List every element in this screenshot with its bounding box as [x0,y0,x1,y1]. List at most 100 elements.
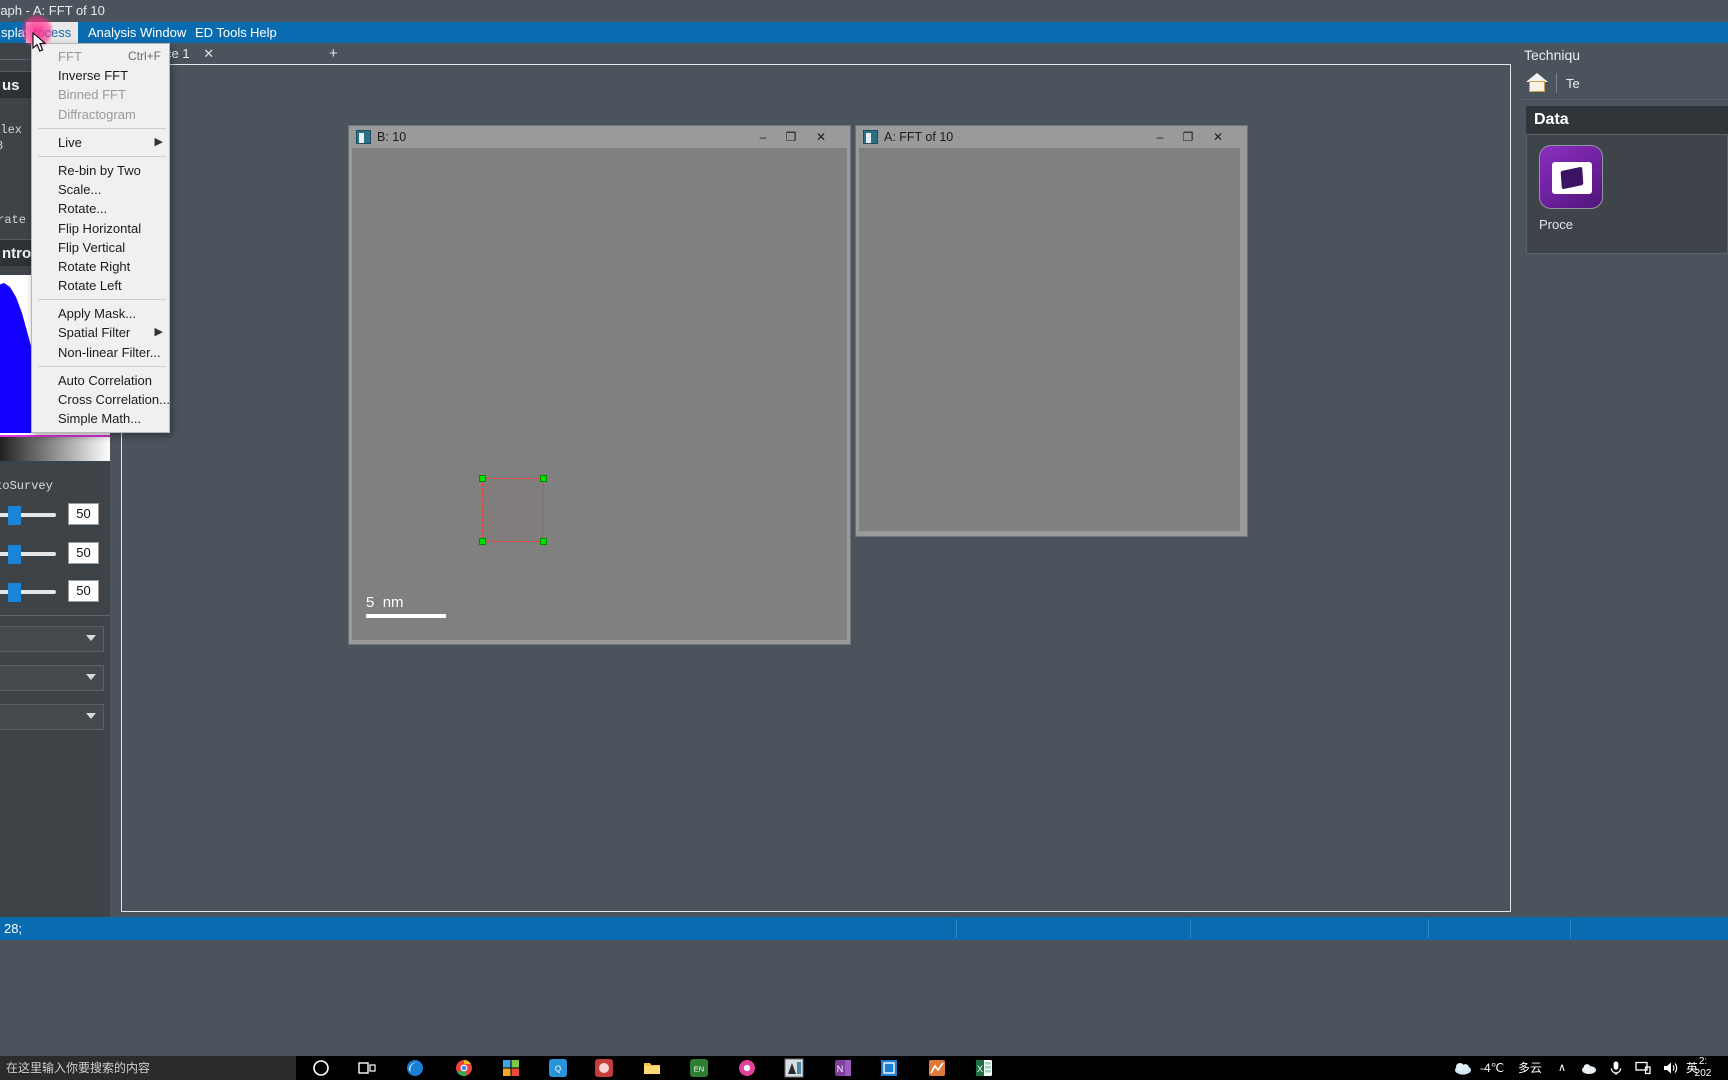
minimize-button-b10[interactable]: – [750,126,776,148]
volume-icon[interactable] [1661,1059,1679,1077]
close-button-fft[interactable]: ✕ [1205,126,1231,148]
marquee-handle-bottom-right[interactable] [540,538,547,545]
onenote-icon[interactable]: N [834,1059,852,1077]
dropdown-1[interactable] [0,626,104,652]
marquee-handle-bottom-left[interactable] [479,538,486,545]
maximize-button-fft[interactable]: ❐ [1175,126,1201,148]
weather-description[interactable]: 多云 [1518,1056,1542,1080]
svg-text:Q: Q [555,1065,561,1074]
store-icon[interactable] [502,1059,520,1077]
menu-item-rebin-by-two[interactable]: Re-bin by Two [32,161,169,180]
menu-process[interactable]: rocess [26,22,79,43]
menu-item-binned-fft[interactable]: Binned FFT [32,85,169,104]
menu-item-spatial-filter[interactable]: Spatial Filter ▶ [32,323,169,342]
slider-value-2[interactable]: 50 [68,542,99,564]
close-button-b10[interactable]: ✕ [808,126,834,148]
menu-item-non-linear-filter[interactable]: Non-linear Filter... [32,343,169,362]
status-bar: 28; [0,917,1728,940]
edge-icon[interactable] [406,1059,424,1077]
menu-help[interactable]: Help [243,22,284,43]
window-titlebar-b10[interactable]: B: 10 – ❐ ✕ [349,126,850,148]
menu-item-scale[interactable]: Scale... [32,180,169,199]
microphone-icon[interactable] [1607,1059,1625,1077]
slider-row-1[interactable]: 50 [0,503,100,527]
right-side-panel: Techniqu Te Data Proce [1520,43,1728,917]
menu-item-flip-horizontal[interactable]: Flip Horizontal [32,219,169,238]
micrograph-image[interactable]: 5 nm [352,148,847,640]
qq-icon[interactable]: Q [549,1059,567,1077]
tab-workspace-1[interactable]: ce 1 ✕ [165,43,221,65]
taskbar-search-box[interactable]: 在这里输入你要搜索的内容 [0,1056,296,1080]
chrome-icon[interactable] [455,1059,473,1077]
network-icon[interactable] [1634,1059,1652,1077]
digital-micrograph-icon[interactable] [783,1058,805,1078]
process-tile-icon[interactable] [1539,145,1603,209]
clock-date: 202 [1694,1068,1712,1079]
home-icon[interactable] [1526,73,1548,93]
tray-expand-chevron-icon[interactable]: ∧ [1558,1056,1566,1080]
origin-icon[interactable] [928,1059,946,1077]
svg-text:EN: EN [694,1065,704,1074]
slider-row-2[interactable]: 50 [0,542,100,566]
fft-image[interactable] [859,148,1240,531]
menu-item-diffractogram[interactable]: Diffractogram [32,105,169,124]
close-icon[interactable]: ✕ [203,46,214,61]
cloud-icon[interactable] [1452,1059,1474,1077]
minimize-button-fft[interactable]: – [1147,126,1173,148]
task-view-icon[interactable] [358,1059,376,1077]
panel-text-complex: mplex [0,123,23,137]
wechat-icon[interactable] [595,1059,613,1077]
menu-bar[interactable]: splay rocess Analysis Window ED Tools He… [0,22,1728,43]
slider-row-3[interactable]: 50 [0,580,100,604]
menu-item-flip-vertical[interactable]: Flip Vertical [32,238,169,257]
menu-item-fft[interactable]: FFT Ctrl+F [32,47,169,66]
windows-taskbar[interactable]: 在这里输入你要搜索的内容 Q EN N X -4℃ 多云 ∧ 英 2: 202 [0,1056,1728,1080]
weather-temperature[interactable]: -4℃ [1480,1056,1504,1080]
window-titlebar-fft[interactable]: A: FFT of 10 – ❐ ✕ [856,126,1247,148]
maximize-button-b10[interactable]: ❐ [778,126,804,148]
recorder-icon[interactable] [738,1059,756,1077]
menu-item-live[interactable]: Live ▶ [32,133,169,152]
process-dropdown-menu[interactable]: FFT Ctrl+F Inverse FFT Binned FFT Diffra… [31,43,170,434]
histogram-gradient-bar [0,437,110,461]
ribbon-tab-technique[interactable]: Te [1566,68,1580,100]
menu-item-label: Re-bin by Two [58,162,141,178]
right-panel-section-data: Data [1526,106,1728,134]
marquee-handle-top-left[interactable] [479,475,486,482]
selection-marquee[interactable] [479,475,547,545]
menu-item-cross-correlation[interactable]: Cross Correlation... [32,390,170,409]
app-blue-icon[interactable] [880,1059,898,1077]
onedrive-cloud-icon[interactable] [1580,1059,1598,1077]
menu-item-rotate[interactable]: Rotate... [32,199,169,218]
dropdown-2[interactable] [0,665,104,691]
menu-item-rotate-right[interactable]: Rotate Right [32,257,169,276]
slider-thumb-3[interactable] [8,583,21,602]
menu-window[interactable]: Window [133,22,193,43]
excel-icon[interactable]: X [975,1059,993,1077]
menu-item-simple-math[interactable]: Simple Math... [32,409,169,428]
slider-thumb-2[interactable] [8,545,21,564]
slider-thumb-1[interactable] [8,506,21,525]
taskbar-clock[interactable]: 2: 202 [1682,1056,1724,1080]
menu-item-auto-correlation[interactable]: Auto Correlation [32,371,169,390]
add-tab-button[interactable]: + [329,44,338,64]
slider-value-3[interactable]: 50 [68,580,99,602]
slider-value-1[interactable]: 50 [68,503,99,525]
scale-bar-text: 5 nm [366,594,446,611]
image-window-b10[interactable]: B: 10 – ❐ ✕ 5 nm [348,125,851,645]
file-explorer-icon[interactable] [643,1059,661,1077]
menu-item-accelerator: Ctrl+F [128,49,161,63]
youdao-icon[interactable]: EN [690,1059,708,1077]
dropdown-3[interactable] [0,704,104,730]
panel-text-bits: 8 [0,139,3,153]
right-panel-ribbon[interactable]: Te [1520,68,1728,100]
image-window-fft[interactable]: A: FFT of 10 – ❐ ✕ [855,125,1248,537]
marquee-handle-top-right[interactable] [540,475,547,482]
workspace-canvas[interactable]: B: 10 – ❐ ✕ 5 nm A: FFT of 10 – ❐ ✕ [121,64,1511,912]
menu-item-apply-mask[interactable]: Apply Mask... [32,304,169,323]
menu-item-rotate-left[interactable]: Rotate Left [32,276,169,295]
cortana-icon[interactable] [312,1059,330,1077]
right-panel-card[interactable]: Proce [1526,134,1728,254]
menu-item-inverse-fft[interactable]: Inverse FFT [32,66,169,85]
menu-item-label: Flip Horizontal [58,220,142,236]
